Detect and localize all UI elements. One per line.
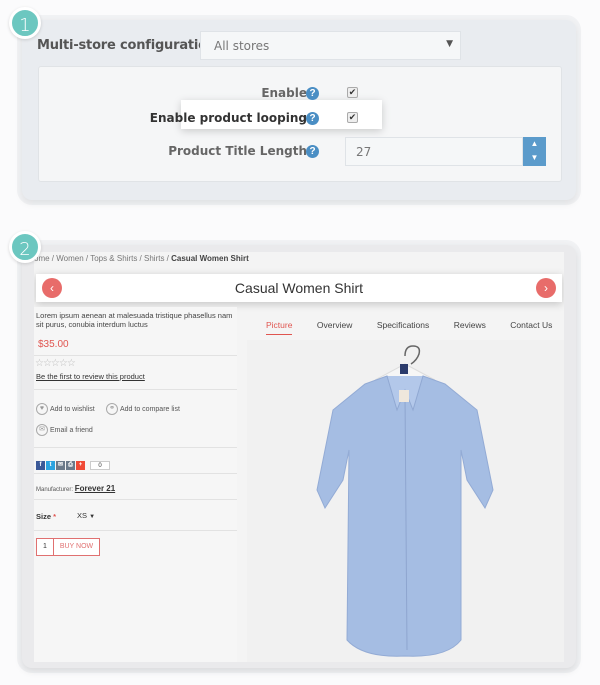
heart-icon: ♥ xyxy=(36,403,48,415)
breadcrumb-item[interactable]: Tops & Shirts xyxy=(90,254,137,263)
quantity-input[interactable]: 1 xyxy=(36,538,54,556)
breadcrumb-item[interactable]: Shirts xyxy=(144,254,164,263)
help-icon[interactable]: ? xyxy=(306,145,319,158)
hanger-tag xyxy=(400,364,408,374)
product-info: Lorem ipsum aenean at malesuada tristiqu… xyxy=(34,307,237,662)
help-icon[interactable]: ? xyxy=(306,112,319,125)
wishlist-label: Add to wishlist xyxy=(50,405,95,413)
twitter-icon[interactable]: t xyxy=(46,461,55,471)
share-count: 0 xyxy=(90,461,110,471)
product-tabs: Picture Overview Specifications Reviews … xyxy=(266,315,564,335)
tab-picture[interactable]: Picture xyxy=(266,320,293,335)
store-select-value: All stores xyxy=(214,39,270,53)
email-share-icon[interactable]: ✉ xyxy=(56,461,65,471)
product-title-bar: ‹ Casual Women Shirt › xyxy=(36,274,562,302)
shirt-label xyxy=(399,390,409,402)
product-image xyxy=(247,340,564,662)
product-title: Casual Women Shirt xyxy=(234,280,364,296)
size-label-text: Size xyxy=(36,512,52,521)
looping-checkbox[interactable]: ✔ xyxy=(347,112,358,123)
enable-checkbox[interactable]: ✔ xyxy=(347,87,358,98)
manufacturer-link[interactable]: Forever 21 xyxy=(75,484,115,493)
shirt-image xyxy=(316,345,494,657)
step-badge-2: 2 xyxy=(9,231,41,263)
looping-label: Enable product looping xyxy=(149,111,307,125)
increment-icon[interactable]: ▲ xyxy=(523,137,546,151)
enable-row: Enable ? ✔ xyxy=(39,86,561,106)
divider xyxy=(34,447,237,448)
breadcrumb-current: Casual Women Shirt xyxy=(171,254,249,263)
compare-label: Add to compare list xyxy=(120,405,180,413)
product-preview-panel: ome / Women / Tops & Shirts / Shirts / C… xyxy=(22,245,576,668)
product-description: Lorem ipsum aenean at malesuada tristiqu… xyxy=(36,311,233,329)
buy-now-button[interactable]: BUY NOW xyxy=(53,538,100,556)
plus-share-icon[interactable]: + xyxy=(76,461,85,471)
tab-contact-us[interactable]: Contact Us xyxy=(510,320,552,334)
email-friend-button[interactable]: ✉ Email a friend xyxy=(36,424,93,436)
hanger-hook xyxy=(404,345,421,365)
tab-overview[interactable]: Overview xyxy=(317,320,352,334)
product-price: $35.00 xyxy=(38,339,69,350)
dropdown-arrow-icon: ▼ xyxy=(89,514,96,520)
looping-row: Enable product looping ? ✔ xyxy=(39,111,561,131)
tab-reviews[interactable]: Reviews xyxy=(454,320,486,334)
add-to-wishlist-button[interactable]: ♥ Add to wishlist xyxy=(36,403,95,415)
divider xyxy=(34,530,237,531)
next-product-button[interactable]: › xyxy=(536,278,556,298)
title-length-label: Product Title Length xyxy=(168,144,307,158)
add-to-compare-button[interactable]: ⚭ Add to compare list xyxy=(106,403,180,415)
manufacturer: Manufacturer: Forever 21 xyxy=(36,484,115,493)
store-select[interactable]: All stores ▼ xyxy=(200,31,461,60)
tab-specifications[interactable]: Specifications xyxy=(377,320,429,334)
config-panel: Multi-store configuration for All stores… xyxy=(22,20,576,200)
dropdown-arrow-icon: ▼ xyxy=(446,39,453,49)
enable-label: Enable xyxy=(261,86,307,100)
compare-icon: ⚭ xyxy=(106,403,118,415)
email-icon: ✉ xyxy=(36,424,48,436)
required-marker: * xyxy=(53,512,57,521)
size-value: XS xyxy=(77,511,88,520)
divider xyxy=(34,389,237,390)
product-page: ome / Women / Tops & Shirts / Shirts / C… xyxy=(34,252,564,662)
facebook-icon[interactable]: f xyxy=(36,461,45,471)
breadcrumb: ome / Women / Tops & Shirts / Shirts / C… xyxy=(34,254,249,263)
breadcrumb-item[interactable]: Women xyxy=(56,254,83,263)
step-badge-1: 1 xyxy=(9,7,41,39)
title-length-input[interactable]: 27 xyxy=(345,137,523,166)
help-icon[interactable]: ? xyxy=(306,87,319,100)
email-label: Email a friend xyxy=(50,426,93,434)
rating-stars: ☆☆☆☆☆ xyxy=(35,358,76,369)
decrement-icon[interactable]: ▼ xyxy=(523,151,546,165)
number-spinner[interactable]: ▲ ▼ xyxy=(523,137,546,166)
divider xyxy=(34,473,237,474)
review-link[interactable]: Be the first to review this product xyxy=(36,372,145,381)
settings-card: Enable ? ✔ Enable product looping ? ✔ Pr… xyxy=(38,66,562,182)
size-select[interactable]: XS ▼ xyxy=(77,511,95,520)
print-icon[interactable]: ⎙ xyxy=(66,461,75,471)
divider xyxy=(34,499,237,500)
divider xyxy=(34,355,237,356)
size-label: Size * xyxy=(36,512,56,521)
manufacturer-label: Manufacturer: xyxy=(36,487,74,493)
